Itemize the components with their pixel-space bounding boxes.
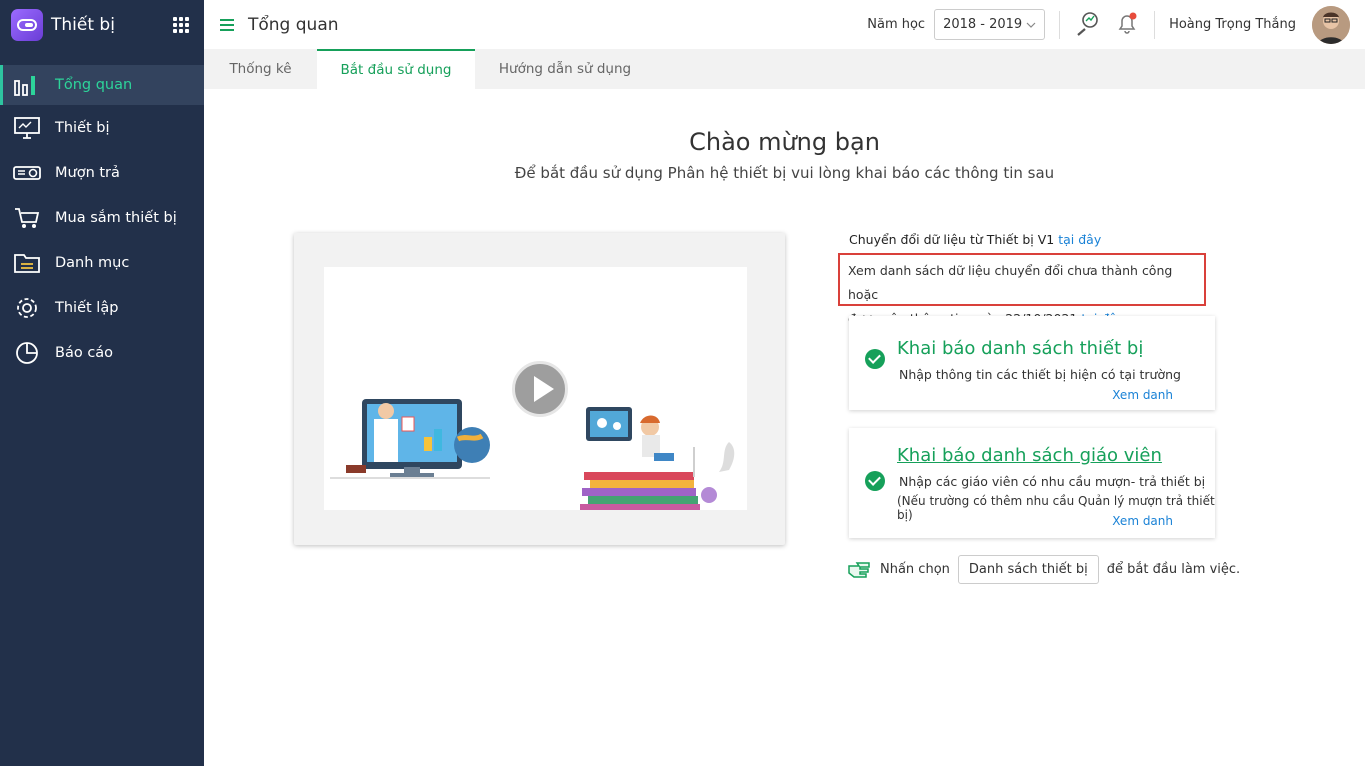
cart-icon — [12, 205, 42, 231]
sidebar-item-label: Mua sắm thiết bị — [55, 209, 177, 226]
warn-text-line1: Xem danh sách dữ liệu chuyển đổi chưa th… — [848, 263, 1173, 302]
convert-data-line: Chuyển đổi dữ liệu từ Thiết bị V1 tại đâ… — [849, 232, 1101, 247]
hint-prefix: Nhấn chọn — [880, 562, 950, 577]
sidebar-item-tong-quan[interactable]: Tổng quan — [0, 65, 204, 105]
start-hint: Nhấn chọn Danh sách thiết bị để bắt đầu … — [846, 555, 1240, 584]
sidebar-item-label: Thiết lập — [55, 299, 119, 316]
year-label: Năm học — [867, 17, 926, 32]
convert-text: Chuyển đổi dữ liệu từ Thiết bị V1 — [849, 232, 1055, 247]
avatar[interactable] — [1312, 5, 1350, 44]
top-header: Tổng quan Năm học 2018 - 2019 Hoàng Trọn… — [204, 0, 1365, 50]
page-title: Tổng quan — [248, 14, 339, 35]
search-chart-icon[interactable] — [1074, 10, 1100, 40]
projector-icon — [12, 160, 42, 186]
sidebar: Thiết bị Tổng quan Thiết bị Mượn trả Mua… — [0, 0, 204, 766]
chevron-down-icon — [1026, 17, 1036, 32]
year-select-value: 2018 - 2019 — [943, 17, 1023, 32]
sidebar-item-muon-tra[interactable]: Mượn trả — [0, 150, 204, 195]
step-card-devices: Khai báo danh sách thiết bị Nhập thông t… — [849, 316, 1215, 410]
step-desc-devices: Nhập thông tin các thiết bị hiện có tại … — [899, 367, 1181, 382]
sidebar-item-label: Mượn trả — [55, 164, 120, 181]
app-logo-icon — [11, 9, 43, 41]
sidebar-item-label: Thiết bị — [55, 119, 110, 136]
view-teachers-link[interactable]: Xem danh — [1112, 514, 1173, 528]
gear-icon — [12, 295, 42, 321]
welcome-subtitle: Để bắt đầu sử dụng Phân hệ thiết bị vui … — [514, 164, 1055, 182]
header-divider — [1154, 10, 1156, 39]
step-card-teachers: Khai báo danh sách giáo viên Nhập các gi… — [849, 428, 1215, 538]
video-thumbnail[interactable] — [324, 267, 747, 510]
sidebar-item-danh-muc[interactable]: Danh mục — [0, 240, 204, 285]
convert-link[interactable]: tại đây — [1058, 232, 1101, 247]
sidebar-item-mua-sam[interactable]: Mua sắm thiết bị — [0, 195, 204, 240]
bell-icon[interactable] — [1114, 10, 1140, 40]
sidebar-item-bao-cao[interactable]: Báo cáo — [0, 330, 204, 375]
check-circle-icon — [865, 349, 885, 369]
brand: Thiết bị — [0, 0, 204, 50]
apps-grid-icon[interactable] — [173, 17, 189, 33]
pie-chart-icon — [12, 340, 42, 366]
hint-suffix: để bắt đầu làm việc. — [1106, 562, 1241, 577]
pointing-hand-icon — [846, 556, 874, 584]
sidebar-item-label: Danh mục — [55, 254, 130, 271]
sidebar-item-label: Báo cáo — [55, 344, 114, 361]
hamburger-menu-icon[interactable] — [220, 16, 234, 34]
tab-bar: Thống kê Bắt đầu sử dụng Hướng dẫn sử dụ… — [204, 49, 1365, 89]
year-select[interactable]: 2018 - 2019 — [934, 9, 1046, 40]
header-divider — [1059, 10, 1061, 39]
check-circle-icon — [865, 471, 885, 491]
sidebar-item-label: Tổng quan — [55, 77, 133, 93]
failed-conversion-notice: Xem danh sách dữ liệu chuyển đổi chưa th… — [838, 253, 1206, 326]
device-list-button[interactable]: Danh sách thiết bị — [957, 555, 1099, 584]
sidebar-item-thiet-bi[interactable]: Thiết bị — [0, 105, 204, 150]
play-button[interactable] — [512, 361, 568, 417]
view-devices-link[interactable]: Xem danh — [1112, 388, 1173, 402]
tab-thong-ke[interactable]: Thống kê — [204, 49, 317, 89]
bar-chart-icon — [12, 72, 42, 98]
app-title: Thiết bị — [51, 15, 115, 35]
tab-bat-dau-su-dung[interactable]: Bắt đầu sử dụng — [317, 49, 475, 89]
sidebar-nav: Tổng quan Thiết bị Mượn trả Mua sắm thiế… — [0, 65, 204, 375]
tab-huong-dan-su-dung[interactable]: Hướng dẫn sử dụng — [475, 49, 655, 89]
monitor-icon — [12, 115, 42, 141]
step-title-devices[interactable]: Khai báo danh sách thiết bị — [897, 338, 1143, 359]
video-card — [294, 233, 785, 545]
welcome-title: Chào mừng bạn — [689, 128, 880, 156]
sidebar-item-thiet-lap[interactable]: Thiết lập — [0, 285, 204, 330]
step-desc-teachers: Nhập các giáo viên có nhu cầu mượn- trả … — [899, 474, 1206, 489]
user-name[interactable]: Hoàng Trọng Thắng — [1169, 17, 1296, 32]
step-title-teachers[interactable]: Khai báo danh sách giáo viên — [897, 445, 1162, 466]
folder-icon — [12, 250, 42, 276]
